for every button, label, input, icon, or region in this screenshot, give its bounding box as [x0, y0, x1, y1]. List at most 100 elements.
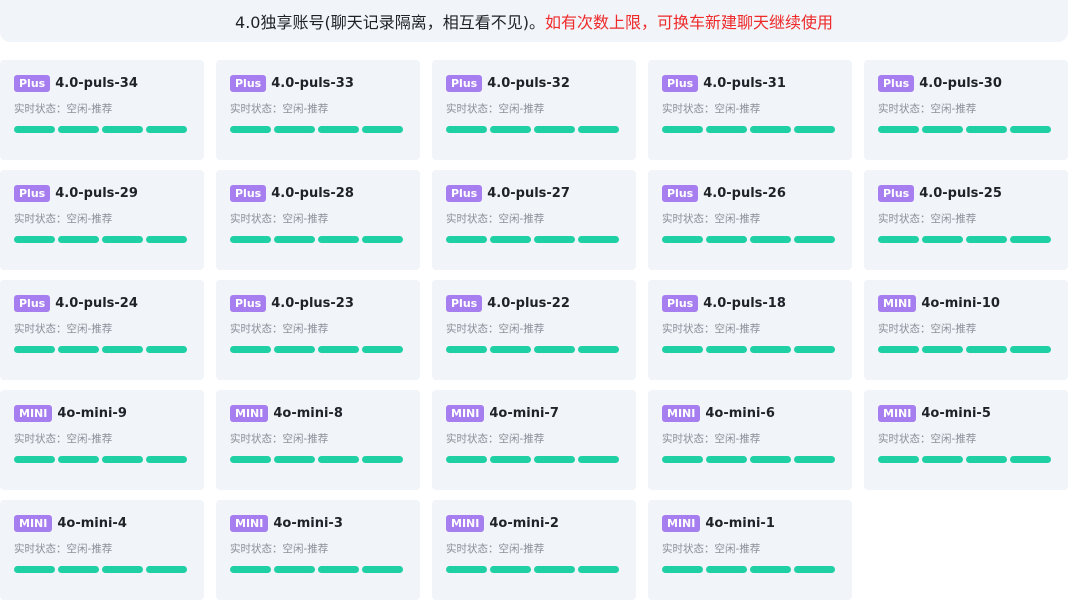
plan-badge: Plus: [662, 294, 699, 312]
account-card[interactable]: Plus 4.0-puls-30 实时状态：空闲-推荐: [864, 60, 1068, 160]
account-card[interactable]: Plus 4.0-puls-34 实时状态：空闲-推荐: [0, 60, 204, 160]
load-bar-segment: [58, 566, 99, 573]
load-bar-segment: [446, 126, 487, 133]
load-bar-segment: [706, 346, 747, 353]
account-card[interactable]: MINI 4o-mini-3 实时状态：空闲-推荐: [216, 500, 420, 600]
card-header: MINI 4o-mini-1: [662, 514, 838, 532]
plan-badge: Plus: [662, 184, 699, 202]
account-name: 4.0-puls-26: [703, 185, 786, 201]
account-card[interactable]: Plus 4.0-puls-28 实时状态：空闲-推荐: [216, 170, 420, 270]
load-indicator: [14, 236, 190, 243]
plan-badge: Plus: [446, 294, 483, 312]
load-bar-segment: [102, 236, 143, 243]
card-header: Plus 4.0-puls-33: [230, 74, 406, 92]
plan-badge: Plus: [14, 184, 51, 202]
account-card[interactable]: MINI 4o-mini-8 实时状态：空闲-推荐: [216, 390, 420, 490]
load-indicator: [662, 566, 838, 573]
load-bar-segment: [102, 126, 143, 133]
card-header: Plus 4.0-puls-31: [662, 74, 838, 92]
account-card[interactable]: Plus 4.0-puls-26 实时状态：空闲-推荐: [648, 170, 852, 270]
notice-alert-text: 如有次数上限，可换车新建聊天继续使用: [544, 13, 833, 32]
status-text: 实时状态：空闲-推荐: [662, 103, 761, 115]
card-header: Plus 4.0-plus-23: [230, 294, 406, 312]
load-bar-segment: [578, 346, 619, 353]
account-card[interactable]: Plus 4.0-plus-23 实时状态：空闲-推荐: [216, 280, 420, 380]
account-card[interactable]: Plus 4.0-puls-29 实时状态：空闲-推荐: [0, 170, 204, 270]
load-indicator: [878, 236, 1054, 243]
card-header: MINI 4o-mini-8: [230, 404, 406, 422]
load-bar-segment: [706, 566, 747, 573]
load-bar-segment: [230, 346, 271, 353]
account-card[interactable]: MINI 4o-mini-6 实时状态：空闲-推荐: [648, 390, 852, 490]
account-card[interactable]: MINI 4o-mini-7 实时状态：空闲-推荐: [432, 390, 636, 490]
card-header: MINI 4o-mini-7: [446, 404, 622, 422]
account-card[interactable]: MINI 4o-mini-4 实时状态：空闲-推荐: [0, 500, 204, 600]
account-card[interactable]: MINI 4o-mini-5 实时状态：空闲-推荐: [864, 390, 1068, 490]
status-text: 实时状态：空闲-推荐: [14, 543, 113, 555]
load-bar-segment: [446, 456, 487, 463]
load-bar-segment: [578, 126, 619, 133]
card-header: Plus 4.0-puls-29: [14, 184, 190, 202]
load-indicator: [878, 346, 1054, 353]
account-card[interactable]: Plus 4.0-puls-24 实时状态：空闲-推荐: [0, 280, 204, 380]
account-name: 4o-mini-1: [705, 515, 775, 531]
load-indicator: [446, 236, 622, 243]
load-bar-segment: [578, 566, 619, 573]
account-grid: Plus 4.0-puls-34 实时状态：空闲-推荐 Plus 4.0-pul…: [0, 60, 1068, 600]
account-card[interactable]: Plus 4.0-puls-32 实时状态：空闲-推荐: [432, 60, 636, 160]
load-indicator: [878, 456, 1054, 463]
status-text: 实时状态：空闲-推荐: [446, 433, 545, 445]
account-card[interactable]: Plus 4.0-puls-33 实时状态：空闲-推荐: [216, 60, 420, 160]
load-bar-segment: [922, 126, 963, 133]
status-text: 实时状态：空闲-推荐: [14, 323, 113, 335]
status-text: 实时状态：空闲-推荐: [662, 543, 761, 555]
account-card[interactable]: MINI 4o-mini-9 实时状态：空闲-推荐: [0, 390, 204, 490]
load-indicator: [446, 456, 622, 463]
load-bar-segment: [490, 236, 531, 243]
card-header: MINI 4o-mini-2: [446, 514, 622, 532]
load-bar-segment: [490, 126, 531, 133]
load-indicator: [878, 126, 1054, 133]
account-card[interactable]: Plus 4.0-puls-27 实时状态：空闲-推荐: [432, 170, 636, 270]
load-bar-segment: [318, 456, 359, 463]
load-bar-segment: [230, 566, 271, 573]
status-text: 实时状态：空闲-推荐: [878, 323, 977, 335]
account-name: 4.0-plus-23: [271, 295, 354, 311]
plan-badge: Plus: [446, 74, 483, 92]
plan-badge: MINI: [230, 404, 269, 422]
load-bar-segment: [966, 236, 1007, 243]
account-card[interactable]: Plus 4.0-puls-31 实时状态：空闲-推荐: [648, 60, 852, 160]
load-bar-segment: [58, 346, 99, 353]
account-card[interactable]: MINI 4o-mini-2 实时状态：空闲-推荐: [432, 500, 636, 600]
account-name: 4.0-puls-31: [703, 75, 786, 91]
account-name: 4.0-puls-33: [271, 75, 354, 91]
account-name: 4.0-puls-28: [271, 185, 354, 201]
account-card[interactable]: Plus 4.0-plus-22 实时状态：空闲-推荐: [432, 280, 636, 380]
plan-badge: MINI: [14, 404, 53, 422]
status-text: 实时状态：空闲-推荐: [662, 213, 761, 225]
account-name: 4o-mini-7: [489, 405, 559, 421]
plan-badge: Plus: [878, 74, 915, 92]
load-bar-segment: [146, 346, 187, 353]
load-bar-segment: [534, 236, 575, 243]
card-header: Plus 4.0-puls-18: [662, 294, 838, 312]
status-text: 实时状态：空闲-推荐: [662, 433, 761, 445]
account-card[interactable]: MINI 4o-mini-10 实时状态：空闲-推荐: [864, 280, 1068, 380]
load-indicator: [14, 126, 190, 133]
account-card[interactable]: Plus 4.0-puls-18 实时状态：空闲-推荐: [648, 280, 852, 380]
plan-badge: MINI: [878, 294, 917, 312]
load-bar-segment: [102, 346, 143, 353]
load-bar-segment: [750, 236, 791, 243]
account-name: 4.0-puls-25: [919, 185, 1002, 201]
plan-badge: Plus: [446, 184, 483, 202]
card-header: Plus 4.0-puls-24: [14, 294, 190, 312]
account-name: 4.0-plus-22: [487, 295, 570, 311]
account-card[interactable]: Plus 4.0-puls-25 实时状态：空闲-推荐: [864, 170, 1068, 270]
account-name: 4.0-puls-24: [55, 295, 138, 311]
load-bar-segment: [966, 126, 1007, 133]
account-card[interactable]: MINI 4o-mini-1 实时状态：空闲-推荐: [648, 500, 852, 600]
load-bar-segment: [318, 236, 359, 243]
card-header: MINI 4o-mini-9: [14, 404, 190, 422]
load-bar-segment: [318, 126, 359, 133]
plan-badge: MINI: [14, 514, 53, 532]
